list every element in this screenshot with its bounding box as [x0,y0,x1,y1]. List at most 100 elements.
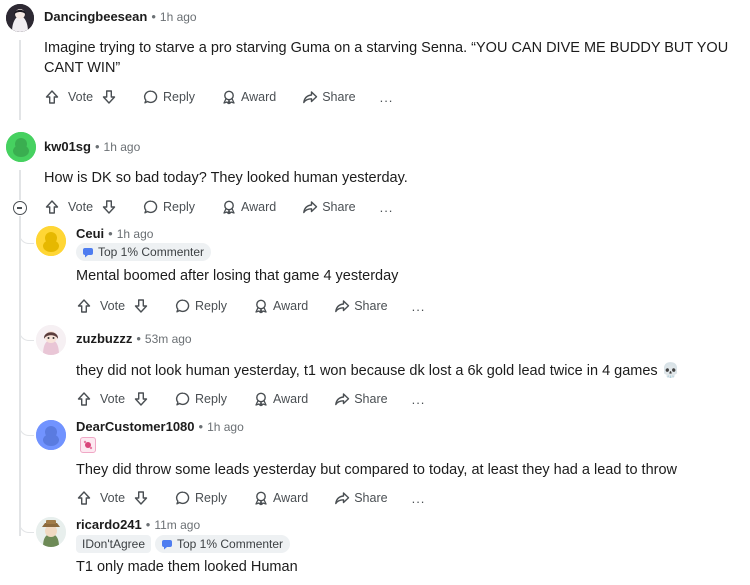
more-options-button[interactable]: ... [380,90,394,105]
thread-curve [19,322,34,341]
timestamp[interactable]: 11m ago [154,518,200,532]
reply-button[interactable]: Reply [175,298,227,314]
upvote-icon[interactable] [44,199,60,215]
reply-icon [143,89,159,105]
username[interactable]: Ceui [76,226,104,241]
vote-control: Vote [76,298,149,314]
downvote-icon[interactable] [133,490,149,506]
thread-curve [19,225,34,244]
share-label: Share [322,90,356,104]
collapse-thread-button[interactable] [13,201,27,215]
reply-label: Reply [195,491,227,505]
vote-control: Vote [44,89,117,105]
upvote-icon[interactable] [76,391,92,407]
vote-control: Vote [44,199,117,215]
downvote-icon[interactable] [133,298,149,314]
top-commenter-badge[interactable]: Top 1% Commenter [155,535,291,553]
avatar[interactable] [36,517,66,547]
reply-label: Reply [163,90,195,104]
thread-line [19,170,21,200]
award-label: Award [241,90,277,104]
timestamp[interactable]: 1h ago [117,227,154,241]
username[interactable]: kw01sg [44,139,91,154]
share-icon [302,89,318,105]
share-label: Share [354,392,388,406]
downvote-icon[interactable] [101,199,117,215]
username[interactable]: zuzbuzzz [76,331,132,346]
award-button[interactable]: Award [221,199,276,215]
thread-line [19,216,21,536]
comment-header: zuzbuzzz • 53m ago [76,331,192,346]
vote-control: Vote [76,391,149,407]
thread-curve [19,417,34,436]
username[interactable]: DearCustomer1080 [76,419,195,434]
timestamp[interactable]: 1h ago [160,10,197,24]
top-commenter-badge[interactable]: Top 1% Commenter [76,243,212,261]
share-button[interactable]: Share [334,490,388,506]
award-button[interactable]: Award [253,298,308,314]
award-label: Award [241,200,277,214]
award-button[interactable]: Award [253,391,308,407]
upvote-icon[interactable] [76,298,92,314]
reply-label: Reply [195,299,227,313]
downvote-icon[interactable] [133,391,149,407]
share-button[interactable]: Share [302,199,356,215]
share-button[interactable]: Share [334,391,388,407]
vote-control: Vote [76,490,149,506]
share-icon [334,298,350,314]
chat-badge-icon [162,540,172,550]
upvote-icon[interactable] [44,89,60,105]
comment-header: Ceui • 1h ago [76,226,154,241]
comment-header: Dancingbeesean • 1h ago [44,9,197,24]
downvote-icon[interactable] [101,89,117,105]
upvote-icon[interactable] [76,490,92,506]
comment-text: How is DK so bad today? They looked huma… [44,170,408,186]
avatar[interactable] [6,4,34,32]
avatar[interactable] [36,325,66,355]
comment-actions: Vote Reply Award Share ... [76,487,425,509]
award-label: Award [273,392,309,406]
username[interactable]: Dancingbeesean [44,9,147,24]
share-button[interactable]: Share [334,298,388,314]
username[interactable]: ricardo241 [76,517,142,532]
share-icon [334,391,350,407]
more-options-button[interactable]: ... [380,200,394,215]
user-flair-icon [80,437,96,453]
reply-icon [175,490,191,506]
award-icon [253,298,269,314]
more-options-button[interactable]: ... [412,491,426,506]
chat-badge-icon [83,248,93,258]
timestamp[interactable]: 1h ago [104,140,141,154]
comment-text: Imagine trying to starve a pro starving … [44,40,729,76]
award-icon [221,89,237,105]
comment-header: kw01sg • 1h ago [44,139,141,154]
avatar[interactable] [36,420,66,450]
more-options-button[interactable]: ... [412,392,426,407]
comment-actions: Vote Reply Award Share ... [76,388,425,410]
timestamp[interactable]: 1h ago [207,420,244,434]
more-options-button[interactable]: ... [412,299,426,314]
comment-header: ricardo241 • 11m ago [76,517,201,532]
reply-button[interactable]: Reply [143,199,195,215]
award-button[interactable]: Award [221,89,276,105]
comment-text: they did not look human yesterday, t1 wo… [76,363,680,379]
comment-actions: Vote Reply Award Share ... [76,295,425,317]
award-label: Award [273,299,309,313]
share-icon [334,490,350,506]
reply-button[interactable]: Reply [143,89,195,105]
comment-actions: Vote Reply Award Share ... [44,86,393,108]
vote-label: Vote [68,200,94,214]
award-label: Award [273,491,309,505]
share-button[interactable]: Share [302,89,356,105]
share-icon [302,199,318,215]
share-label: Share [354,491,388,505]
award-button[interactable]: Award [253,490,308,506]
reply-button[interactable]: Reply [175,391,227,407]
user-flair[interactable]: IDon'tAgree [76,535,151,553]
timestamp[interactable]: 53m ago [145,332,192,346]
award-icon [253,490,269,506]
avatar[interactable] [6,132,36,162]
vote-label: Vote [100,491,126,505]
reply-button[interactable]: Reply [175,490,227,506]
avatar[interactable] [36,226,66,256]
